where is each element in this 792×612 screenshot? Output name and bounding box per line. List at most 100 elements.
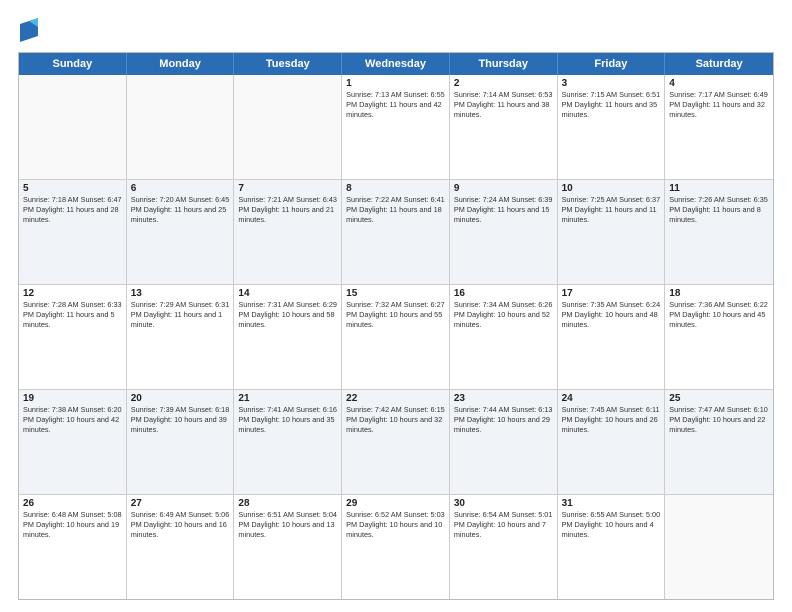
day-number-8: 8 <box>346 183 445 194</box>
calendar-cell-day-10: 10Sunrise: 7:25 AM Sunset: 6:37 PM Dayli… <box>558 180 666 284</box>
calendar-cell-day-17: 17Sunrise: 7:35 AM Sunset: 6:24 PM Dayli… <box>558 285 666 389</box>
cell-info-31: Sunrise: 6:55 AM Sunset: 5:00 PM Dayligh… <box>562 510 661 541</box>
cell-info-18: Sunrise: 7:36 AM Sunset: 6:22 PM Dayligh… <box>669 300 769 331</box>
day-number-19: 19 <box>23 393 122 404</box>
header <box>18 18 774 42</box>
calendar-cell-day-2: 2Sunrise: 7:14 AM Sunset: 6:53 PM Daylig… <box>450 75 558 179</box>
day-number-18: 18 <box>669 288 769 299</box>
weekday-header-sunday: Sunday <box>19 53 127 75</box>
cell-info-16: Sunrise: 7:34 AM Sunset: 6:26 PM Dayligh… <box>454 300 553 331</box>
calendar-header-row: SundayMondayTuesdayWednesdayThursdayFrid… <box>19 53 773 75</box>
cell-info-11: Sunrise: 7:26 AM Sunset: 6:35 PM Dayligh… <box>669 195 769 226</box>
day-number-21: 21 <box>238 393 337 404</box>
weekday-header-monday: Monday <box>127 53 235 75</box>
cell-info-2: Sunrise: 7:14 AM Sunset: 6:53 PM Dayligh… <box>454 90 553 121</box>
calendar-cell-day-8: 8Sunrise: 7:22 AM Sunset: 6:41 PM Daylig… <box>342 180 450 284</box>
cell-info-30: Sunrise: 6:54 AM Sunset: 5:01 PM Dayligh… <box>454 510 553 541</box>
cell-info-4: Sunrise: 7:17 AM Sunset: 6:49 PM Dayligh… <box>669 90 769 121</box>
cell-info-26: Sunrise: 6:48 AM Sunset: 5:08 PM Dayligh… <box>23 510 122 541</box>
day-number-26: 26 <box>23 498 122 509</box>
weekday-header-saturday: Saturday <box>665 53 773 75</box>
calendar-cell-day-26: 26Sunrise: 6:48 AM Sunset: 5:08 PM Dayli… <box>19 495 127 599</box>
weekday-header-friday: Friday <box>558 53 666 75</box>
calendar-cell-day-4: 4Sunrise: 7:17 AM Sunset: 6:49 PM Daylig… <box>665 75 773 179</box>
cell-info-12: Sunrise: 7:28 AM Sunset: 6:33 PM Dayligh… <box>23 300 122 331</box>
calendar-cell-day-7: 7Sunrise: 7:21 AM Sunset: 6:43 PM Daylig… <box>234 180 342 284</box>
day-number-12: 12 <box>23 288 122 299</box>
weekday-header-tuesday: Tuesday <box>234 53 342 75</box>
calendar-body: 1Sunrise: 7:13 AM Sunset: 6:55 PM Daylig… <box>19 75 773 599</box>
calendar-row-3: 19Sunrise: 7:38 AM Sunset: 6:20 PM Dayli… <box>19 390 773 495</box>
day-number-28: 28 <box>238 498 337 509</box>
cell-info-1: Sunrise: 7:13 AM Sunset: 6:55 PM Dayligh… <box>346 90 445 121</box>
calendar-cell-day-1: 1Sunrise: 7:13 AM Sunset: 6:55 PM Daylig… <box>342 75 450 179</box>
cell-info-17: Sunrise: 7:35 AM Sunset: 6:24 PM Dayligh… <box>562 300 661 331</box>
calendar-cell-day-24: 24Sunrise: 7:45 AM Sunset: 6:11 PM Dayli… <box>558 390 666 494</box>
page: SundayMondayTuesdayWednesdayThursdayFrid… <box>0 0 792 612</box>
cell-info-29: Sunrise: 6:52 AM Sunset: 5:03 PM Dayligh… <box>346 510 445 541</box>
cell-info-20: Sunrise: 7:39 AM Sunset: 6:18 PM Dayligh… <box>131 405 230 436</box>
cell-info-5: Sunrise: 7:18 AM Sunset: 6:47 PM Dayligh… <box>23 195 122 226</box>
cell-info-8: Sunrise: 7:22 AM Sunset: 6:41 PM Dayligh… <box>346 195 445 226</box>
day-number-17: 17 <box>562 288 661 299</box>
calendar-cell-day-13: 13Sunrise: 7:29 AM Sunset: 6:31 PM Dayli… <box>127 285 235 389</box>
calendar-cell-day-15: 15Sunrise: 7:32 AM Sunset: 6:27 PM Dayli… <box>342 285 450 389</box>
calendar-cell-day-25: 25Sunrise: 7:47 AM Sunset: 6:10 PM Dayli… <box>665 390 773 494</box>
day-number-27: 27 <box>131 498 230 509</box>
day-number-9: 9 <box>454 183 553 194</box>
calendar-row-0: 1Sunrise: 7:13 AM Sunset: 6:55 PM Daylig… <box>19 75 773 180</box>
cell-info-3: Sunrise: 7:15 AM Sunset: 6:51 PM Dayligh… <box>562 90 661 121</box>
cell-info-14: Sunrise: 7:31 AM Sunset: 6:29 PM Dayligh… <box>238 300 337 331</box>
cell-info-23: Sunrise: 7:44 AM Sunset: 6:13 PM Dayligh… <box>454 405 553 436</box>
calendar-cell-day-14: 14Sunrise: 7:31 AM Sunset: 6:29 PM Dayli… <box>234 285 342 389</box>
day-number-24: 24 <box>562 393 661 404</box>
cell-info-9: Sunrise: 7:24 AM Sunset: 6:39 PM Dayligh… <box>454 195 553 226</box>
cell-info-13: Sunrise: 7:29 AM Sunset: 6:31 PM Dayligh… <box>131 300 230 331</box>
weekday-header-thursday: Thursday <box>450 53 558 75</box>
day-number-2: 2 <box>454 78 553 89</box>
calendar-cell-day-23: 23Sunrise: 7:44 AM Sunset: 6:13 PM Dayli… <box>450 390 558 494</box>
cell-info-10: Sunrise: 7:25 AM Sunset: 6:37 PM Dayligh… <box>562 195 661 226</box>
calendar-cell-day-30: 30Sunrise: 6:54 AM Sunset: 5:01 PM Dayli… <box>450 495 558 599</box>
day-number-6: 6 <box>131 183 230 194</box>
cell-info-7: Sunrise: 7:21 AM Sunset: 6:43 PM Dayligh… <box>238 195 337 226</box>
calendar-cell-day-5: 5Sunrise: 7:18 AM Sunset: 6:47 PM Daylig… <box>19 180 127 284</box>
cell-info-28: Sunrise: 6:51 AM Sunset: 5:04 PM Dayligh… <box>238 510 337 541</box>
cell-info-15: Sunrise: 7:32 AM Sunset: 6:27 PM Dayligh… <box>346 300 445 331</box>
calendar-cell-day-19: 19Sunrise: 7:38 AM Sunset: 6:20 PM Dayli… <box>19 390 127 494</box>
day-number-31: 31 <box>562 498 661 509</box>
cell-info-24: Sunrise: 7:45 AM Sunset: 6:11 PM Dayligh… <box>562 405 661 436</box>
day-number-23: 23 <box>454 393 553 404</box>
calendar-row-2: 12Sunrise: 7:28 AM Sunset: 6:33 PM Dayli… <box>19 285 773 390</box>
day-number-15: 15 <box>346 288 445 299</box>
calendar-cell-day-22: 22Sunrise: 7:42 AM Sunset: 6:15 PM Dayli… <box>342 390 450 494</box>
calendar-cell-day-12: 12Sunrise: 7:28 AM Sunset: 6:33 PM Dayli… <box>19 285 127 389</box>
day-number-13: 13 <box>131 288 230 299</box>
calendar-cell-day-16: 16Sunrise: 7:34 AM Sunset: 6:26 PM Dayli… <box>450 285 558 389</box>
calendar: SundayMondayTuesdayWednesdayThursdayFrid… <box>18 52 774 600</box>
calendar-row-4: 26Sunrise: 6:48 AM Sunset: 5:08 PM Dayli… <box>19 495 773 599</box>
calendar-cell-empty <box>19 75 127 179</box>
cell-info-19: Sunrise: 7:38 AM Sunset: 6:20 PM Dayligh… <box>23 405 122 436</box>
cell-info-27: Sunrise: 6:49 AM Sunset: 5:06 PM Dayligh… <box>131 510 230 541</box>
day-number-20: 20 <box>131 393 230 404</box>
day-number-5: 5 <box>23 183 122 194</box>
calendar-cell-day-11: 11Sunrise: 7:26 AM Sunset: 6:35 PM Dayli… <box>665 180 773 284</box>
day-number-14: 14 <box>238 288 337 299</box>
calendar-cell-empty <box>665 495 773 599</box>
calendar-cell-empty <box>234 75 342 179</box>
cell-info-22: Sunrise: 7:42 AM Sunset: 6:15 PM Dayligh… <box>346 405 445 436</box>
day-number-16: 16 <box>454 288 553 299</box>
day-number-25: 25 <box>669 393 769 404</box>
calendar-cell-day-27: 27Sunrise: 6:49 AM Sunset: 5:06 PM Dayli… <box>127 495 235 599</box>
calendar-cell-day-3: 3Sunrise: 7:15 AM Sunset: 6:51 PM Daylig… <box>558 75 666 179</box>
logo <box>18 18 38 42</box>
calendar-cell-day-28: 28Sunrise: 6:51 AM Sunset: 5:04 PM Dayli… <box>234 495 342 599</box>
weekday-header-wednesday: Wednesday <box>342 53 450 75</box>
cell-info-21: Sunrise: 7:41 AM Sunset: 6:16 PM Dayligh… <box>238 405 337 436</box>
calendar-cell-day-6: 6Sunrise: 7:20 AM Sunset: 6:45 PM Daylig… <box>127 180 235 284</box>
calendar-cell-empty <box>127 75 235 179</box>
day-number-3: 3 <box>562 78 661 89</box>
day-number-29: 29 <box>346 498 445 509</box>
calendar-cell-day-21: 21Sunrise: 7:41 AM Sunset: 6:16 PM Dayli… <box>234 390 342 494</box>
